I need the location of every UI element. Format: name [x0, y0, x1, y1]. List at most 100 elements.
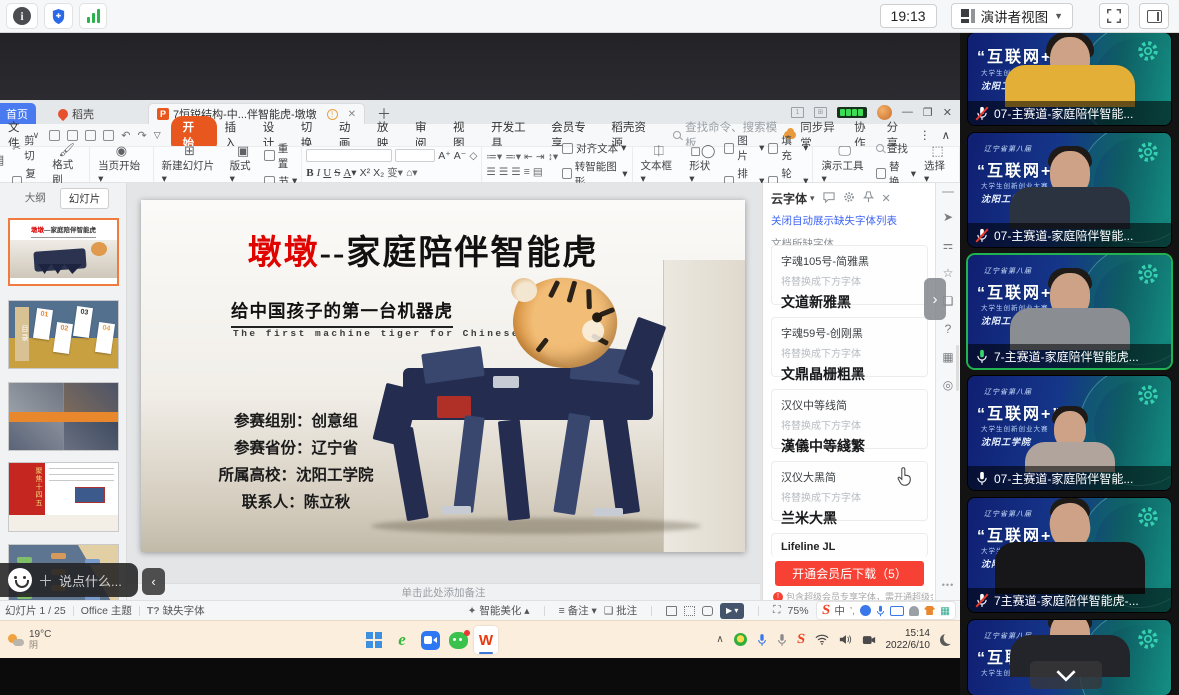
format-painter-button[interactable]: 🖌格式刷 — [48, 147, 85, 182]
fill-button[interactable]: 填充 ▾ — [768, 133, 808, 163]
close-window-button[interactable]: ✕ — [943, 106, 952, 119]
wifi-icon[interactable] — [815, 634, 829, 645]
subscript-button[interactable]: X₂ — [373, 167, 384, 179]
paste-button[interactable]: ▤▾ — [0, 147, 8, 182]
scroll-down-button[interactable] — [1030, 661, 1102, 689]
text-effects-button[interactable]: 变▾ — [387, 165, 403, 180]
find-button[interactable]: 查找 — [876, 141, 916, 156]
tray-mic-gray-icon[interactable] — [777, 633, 787, 647]
align-left-button[interactable]: ☰ — [486, 166, 495, 178]
output-icon[interactable] — [67, 130, 78, 141]
chat-quick-input[interactable]: ＋ 说点什么... — [0, 563, 138, 597]
justify-button[interactable]: ≡ — [524, 166, 530, 178]
network-stats-button[interactable] — [79, 3, 107, 29]
start-button[interactable] — [362, 626, 386, 654]
save-icon[interactable] — [49, 130, 60, 141]
redo-icon[interactable]: ↷ — [137, 129, 146, 142]
beautify-button[interactable]: ✦ 智能美化 ▴ — [468, 603, 530, 618]
browser-app-icon[interactable]: e — [390, 626, 414, 654]
skin-icon[interactable] — [924, 606, 935, 615]
ime-lang-toggle[interactable]: 中 — [834, 603, 845, 618]
more-menu-icon[interactable]: ⋮ — [919, 128, 931, 142]
volume-icon[interactable] — [839, 634, 852, 645]
distribute-button[interactable]: ▤ — [533, 166, 543, 178]
comments-button[interactable]: ❑ 批注 — [604, 603, 637, 618]
bold-button[interactable]: B — [306, 167, 313, 179]
participant-tile[interactable]: “互联网+” 大学生创新创业大赛 沈阳工学院 07-主赛道-家庭陪伴智能... — [968, 33, 1171, 125]
zoom-level[interactable]: 75% — [788, 605, 809, 617]
font-name-select[interactable] — [306, 149, 392, 162]
new-slide-button[interactable]: ⊞新建幻灯片 ▾ — [158, 147, 222, 182]
tab-slides[interactable]: 幻灯片 — [60, 188, 110, 209]
font-card-2[interactable]: 字魂59号-创刚黑 将替换成下方字体 文鼎晶栅粗黑 — [771, 317, 928, 377]
decrease-font-icon[interactable]: A⁻ — [454, 150, 467, 162]
play-from-current-button[interactable]: ◉当页开始 ▾ — [94, 147, 149, 182]
reset-button[interactable]: 重置 — [264, 141, 297, 171]
bullets-button[interactable]: ≔▾ — [486, 151, 502, 163]
participant-tile[interactable]: 辽宁省第八届 “互联网+” 大学生创新创业大赛 沈阳工学院 7主赛道-家庭陪伴智… — [968, 498, 1171, 612]
tray-app-icon[interactable] — [734, 633, 747, 646]
close-auto-show-link[interactable]: 关闭自动展示缺失字体列表 — [763, 207, 935, 228]
sogou-tray-icon[interactable]: S — [796, 632, 806, 648]
strip-scrollbar[interactable] — [956, 345, 959, 391]
font-card-3[interactable]: 汉仪中等线简 将替换成下方字体 漢儀中等綫繁 — [771, 389, 928, 449]
italic-button[interactable]: I — [317, 167, 321, 179]
slide-1[interactable]: 墩墩--家庭陪伴智能虎 给中国孩子的第一台机器虎 The first machi… — [141, 200, 745, 552]
meeting-app-icon[interactable] — [418, 626, 442, 654]
settings-icon[interactable] — [843, 191, 855, 206]
present-tools-button[interactable]: 🖵演示工具 ▾ — [817, 147, 871, 182]
collapse-ribbon-icon[interactable]: ∧ — [942, 128, 950, 142]
font-size-select[interactable] — [395, 149, 435, 162]
participant-tile-active[interactable]: 辽宁省第八届 “互联网+” 大学生创新创业大赛 沈阳工学院 7-主赛道-家庭陪伴… — [968, 255, 1171, 368]
textbox-button[interactable]: ⎅文本框 ▾ — [637, 147, 682, 182]
chevron-down-icon[interactable]: ▾ — [810, 193, 815, 204]
tray-expand-icon[interactable]: ∧ — [716, 634, 723, 645]
minimize-button[interactable]: — — [902, 106, 913, 118]
underline-button[interactable]: U — [323, 167, 331, 179]
highlight-button[interactable]: ⌂▾ — [406, 167, 418, 179]
tool-settings-icon[interactable]: ◎ — [943, 378, 953, 392]
font-card-1[interactable]: 字魂105号-简雅黑 将替换成下方字体 文道新雅黑 — [771, 245, 928, 305]
tray-mic-blue-icon[interactable] — [757, 633, 767, 647]
pin-icon[interactable] — [863, 191, 874, 206]
strikethrough-button[interactable]: S — [334, 167, 340, 179]
tab-outline[interactable]: 大纲 — [17, 188, 54, 209]
emoji-icon[interactable] — [860, 605, 871, 616]
decrease-indent-button[interactable]: ⇤ — [524, 151, 533, 163]
reading-view-icon[interactable] — [702, 606, 713, 616]
camera-icon[interactable] — [862, 635, 876, 645]
more-icon[interactable]: ▽ — [154, 130, 161, 141]
view-mode-dropdown[interactable]: 演讲者视图 ▼ — [951, 3, 1073, 29]
fullscreen-button[interactable] — [1099, 3, 1129, 29]
emoji-smiley-icon[interactable] — [8, 568, 32, 592]
participant-tile[interactable]: 辽宁省第八届 “互联网+” 大学生创新创业大赛 沈阳工学院 07-主赛道-家庭陪… — [968, 376, 1171, 490]
voice-input-icon[interactable] — [876, 605, 885, 617]
line-spacing-button[interactable]: ↕▾ — [548, 151, 559, 163]
security-button[interactable] — [44, 3, 73, 29]
toolbox-icon[interactable]: ▦ — [940, 605, 950, 617]
single-page-view-icon[interactable]: 1 — [791, 107, 804, 118]
slide-thumbnail-1[interactable]: 墩墩—家庭陪伴智能虎 — [8, 218, 119, 286]
help-icon[interactable]: ? — [945, 322, 952, 336]
missing-fonts-status[interactable]: 缺失字体 — [163, 603, 205, 618]
meeting-info-button[interactable]: i — [6, 3, 38, 29]
theme-name[interactable]: Office 主题 — [81, 603, 132, 618]
more-tools-icon[interactable]: ••• — [942, 580, 954, 590]
select-button[interactable]: ⬚选择 ▾ — [920, 147, 955, 182]
sparkle-icon[interactable]: ☆ — [943, 266, 954, 280]
normal-view-icon[interactable] — [666, 606, 677, 616]
ime-punct-toggle[interactable]: ’, — [850, 605, 855, 617]
picture-button[interactable]: 图片 ▾ — [724, 133, 764, 163]
keyboard-icon[interactable] — [890, 606, 904, 616]
participant-tile[interactable]: 辽宁省第八届 “互联网+” 大学生创新创业大赛 沈阳工学院 07-主赛道-家庭陪… — [968, 133, 1171, 247]
slideshow-play-button[interactable]: ▶ ▾ — [720, 603, 744, 619]
system-clock[interactable]: 15:142022/6/10 — [886, 628, 931, 651]
slide-thumbnail-4[interactable]: 聚焦十四五 — [8, 462, 119, 532]
slide-canvas[interactable]: 墩墩--家庭陪伴智能虎 给中国孩子的第一台机器虎 The first machi… — [127, 183, 760, 583]
multi-page-view-icon[interactable]: ⊞ — [814, 107, 827, 118]
align-center-button[interactable]: ☰ — [499, 166, 508, 178]
wechat-app-icon[interactable] — [446, 626, 470, 654]
account-avatar[interactable] — [877, 105, 892, 120]
sogou-logo-icon[interactable]: S — [820, 603, 830, 619]
increase-indent-button[interactable]: ⇥ — [536, 151, 545, 163]
